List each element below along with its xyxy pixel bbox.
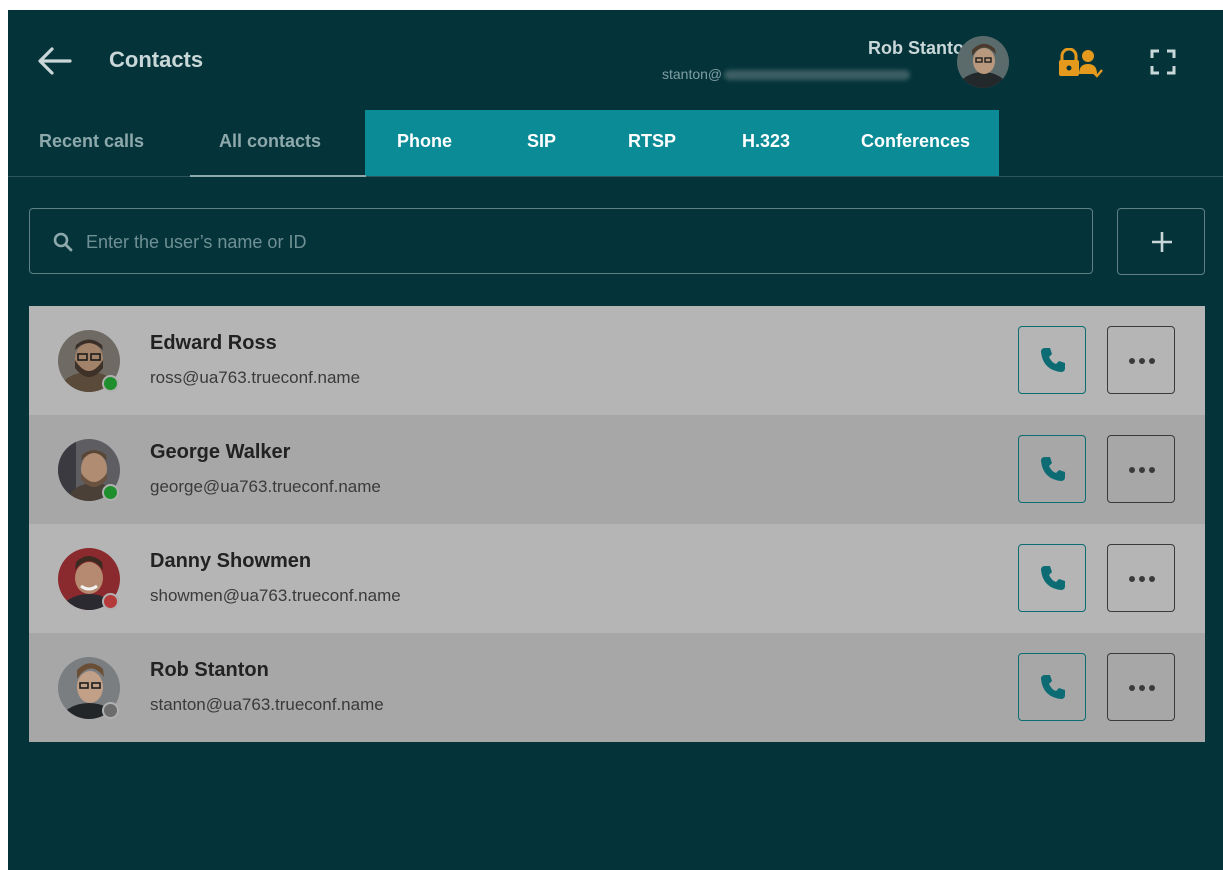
- contact-name: Edward Ross: [150, 332, 277, 354]
- plus-icon: [1152, 232, 1172, 252]
- tab-recent-calls[interactable]: Recent calls: [39, 131, 144, 152]
- fullscreen-button[interactable]: [1150, 49, 1176, 75]
- contact-name: Rob Stanton: [150, 659, 269, 681]
- tab-h323[interactable]: H.323: [742, 131, 790, 152]
- contact-row[interactable]: Rob Stanton stanton@ua763.trueconf.name: [29, 633, 1205, 742]
- tab-sip[interactable]: SIP: [527, 131, 556, 152]
- active-tab-indicator: [190, 175, 366, 177]
- contact-list: Edward Ross ross@ua763.trueconf.name Geo…: [29, 306, 1205, 742]
- search-box: [29, 208, 1093, 274]
- more-horizontal-icon: [1129, 685, 1155, 691]
- tab-all-contacts[interactable]: All contacts: [219, 131, 321, 152]
- add-contact-button[interactable]: [1117, 208, 1205, 275]
- redacted-text: [724, 70, 911, 81]
- contacts-screen: Contacts Rob Stanton stanton@ Recent cal…: [8, 10, 1223, 870]
- more-options-button[interactable]: [1107, 435, 1175, 503]
- contact-row[interactable]: Edward Ross ross@ua763.trueconf.name: [29, 306, 1205, 415]
- status-indicator: [102, 484, 119, 501]
- call-button[interactable]: [1018, 653, 1086, 721]
- more-options-button[interactable]: [1107, 653, 1175, 721]
- contact-email: stanton@ua763.trueconf.name: [150, 695, 384, 714]
- phone-icon: [1041, 566, 1065, 590]
- search-input[interactable]: [84, 223, 1068, 261]
- more-horizontal-icon: [1129, 467, 1155, 473]
- tab-phone[interactable]: Phone: [397, 131, 452, 152]
- contact-email: ross@ua763.trueconf.name: [150, 368, 361, 387]
- contact-row[interactable]: George Walker george@ua763.trueconf.name: [29, 415, 1205, 524]
- tab-conferences[interactable]: Conferences: [861, 131, 970, 152]
- header: Contacts Rob Stanton stanton@: [8, 10, 1223, 110]
- security-button[interactable]: [1057, 47, 1103, 78]
- contact-email: george@ua763.trueconf.name: [150, 477, 381, 496]
- arrow-left-icon: [38, 47, 72, 75]
- contact-email: showmen@ua763.trueconf.name: [150, 586, 401, 605]
- fullscreen-icon: [1150, 49, 1176, 75]
- contact-name: George Walker: [150, 441, 291, 463]
- back-button[interactable]: [36, 46, 72, 76]
- status-indicator: [102, 702, 119, 719]
- tab-rtsp[interactable]: RTSP: [628, 131, 676, 152]
- call-button[interactable]: [1018, 435, 1086, 503]
- contact-row[interactable]: Danny Showmen showmen@ua763.trueconf.nam…: [29, 524, 1205, 633]
- page-title: Contacts: [109, 47, 204, 72]
- current-user-email: stanton@: [662, 66, 911, 82]
- call-button[interactable]: [1018, 544, 1086, 612]
- tab-bar: Recent calls All contacts Phone SIP RTSP…: [8, 110, 1223, 177]
- status-indicator: [102, 593, 119, 610]
- phone-icon: [1041, 675, 1065, 699]
- current-user-avatar[interactable]: [957, 36, 1009, 88]
- search-icon: [53, 232, 73, 252]
- status-indicator: [102, 375, 119, 392]
- more-options-button[interactable]: [1107, 326, 1175, 394]
- more-options-button[interactable]: [1107, 544, 1175, 612]
- lock-user-icon: [1059, 47, 1103, 78]
- phone-icon: [1041, 348, 1065, 372]
- more-horizontal-icon: [1129, 358, 1155, 364]
- contact-name: Danny Showmen: [150, 550, 312, 572]
- more-horizontal-icon: [1129, 576, 1155, 582]
- call-button[interactable]: [1018, 326, 1086, 394]
- phone-icon: [1041, 457, 1065, 481]
